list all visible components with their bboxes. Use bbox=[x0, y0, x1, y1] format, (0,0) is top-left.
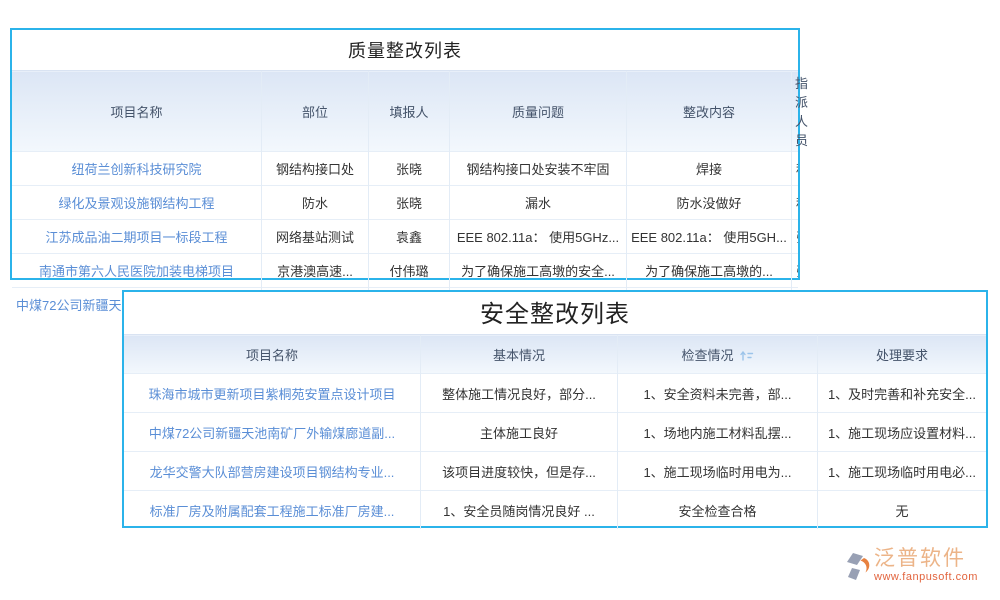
brand-name: 泛普软件 bbox=[874, 548, 978, 569]
project-name-link[interactable]: 珠海市城市更新项目紫桐苑安置点设计项目 bbox=[148, 387, 395, 402]
project-name-cell: 江苏成品油二期项目一标段工程 bbox=[12, 220, 262, 254]
table-cell: 防水 bbox=[262, 186, 369, 220]
table-cell: 付伟璐 bbox=[369, 254, 450, 288]
table-cell: 袁鑫 bbox=[369, 220, 450, 254]
table-row: 中煤72公司新疆天池南矿厂外输煤廊道副... 主体施工良好1、场地内施工材料乱摆.… bbox=[124, 413, 986, 452]
safety-rectification-table: 项目名称 基本情况 检查情况 处理要求 珠海市城市更新项目紫桐苑安置点设计项目 整体施工… bbox=[124, 334, 986, 529]
quality-rectification-table: 项目名称部位填报人质量问题整改内容指派人员 纽荷兰创新科技研究院钢结构接口处张晓… bbox=[12, 70, 798, 321]
table-cell: 防水没做好 bbox=[627, 186, 792, 220]
table-cell: 1、施工现场临时用电为... bbox=[618, 452, 818, 491]
table-row: 江苏成品油二期项目一标段工程网络基站测试袁鑫EEE 802.11a： 使用5GH… bbox=[12, 220, 798, 254]
brand-url: www.fanpusoft.com bbox=[874, 572, 978, 583]
table-row: 龙华交警大队部营房建设项目钢结构专业...该项目进度较快，但是存...1、施工现… bbox=[124, 452, 986, 491]
column-header: 整改内容 bbox=[627, 71, 792, 152]
fanpu-logo-icon bbox=[844, 551, 874, 583]
table-cell: EEE 802.11a： 使用5GH... bbox=[627, 220, 792, 254]
project-name-link[interactable]: 标准厂房及附属配套工程施工标准厂房建... bbox=[150, 504, 395, 519]
project-name-link[interactable]: 龙华交警大队部营房建设项目钢结构专业... bbox=[150, 465, 395, 480]
table-cell: 程溪 bbox=[792, 186, 799, 220]
table-cell: 网络基站测试 bbox=[262, 220, 369, 254]
quality-table-title: 质量整改列表 bbox=[12, 30, 798, 70]
project-name-link[interactable]: 纽荷兰创新科技研究院 bbox=[71, 162, 201, 177]
quality-header-row: 项目名称 部位 填报人 质量问题 整改内容 指派人员 bbox=[12, 71, 798, 152]
column-header-label: 质量问题 bbox=[512, 105, 564, 120]
column-header-label: 基本情况 bbox=[493, 348, 545, 363]
project-name-cell: 中煤72公司新疆天池南矿厂外输煤廊道副... bbox=[124, 413, 421, 452]
table-cell: 1、及时完善和补充安全... bbox=[818, 374, 987, 413]
table-cell: 张晓 bbox=[369, 186, 450, 220]
quality-rectification-card: 质量整改列表 项目名称 部位 填报人 质量问题 整改内容 指派人员 纽荷兰创新科技研究院 钢… bbox=[10, 28, 800, 280]
table-cell: 该项目进度较快，但是存... bbox=[421, 452, 618, 491]
project-name-link[interactable]: 江苏成品油二期项目一标段工程 bbox=[45, 230, 227, 245]
column-header: 填报人 bbox=[369, 71, 450, 152]
table-cell: 钢结构接口处安装不牢固 bbox=[450, 152, 627, 186]
column-header-label: 整改内容 bbox=[683, 105, 735, 120]
project-name-cell: 绿化及景观设施钢结构工程 bbox=[12, 186, 262, 220]
table-row: 南通市第六人民医院加装电梯项目 京港澳高速...付伟璐为了确保施工高墩的安全...… bbox=[12, 254, 798, 288]
column-header: 基本情况 bbox=[421, 335, 618, 374]
column-header-label: 指派人员 bbox=[795, 76, 808, 148]
safety-rectification-card: 安全整改列表 项目名称 基本情况 检查情况 处理要求 珠海市城市更新项目紫桐苑安置点设… bbox=[122, 290, 988, 528]
column-header: 项目名称 bbox=[124, 335, 421, 374]
safety-header-row: 项目名称 基本情况 检查情况 处理要求 bbox=[124, 335, 986, 374]
column-header-label: 项目名称 bbox=[246, 348, 298, 363]
project-name-link[interactable]: 中煤72公司新疆天池南矿厂外输煤廊道副... bbox=[149, 426, 395, 441]
table-cell: 1、安全资料未完善，部... bbox=[618, 374, 818, 413]
table-cell: 安全检查合格 bbox=[618, 491, 818, 530]
table-cell: 为了确保施工高墩的安全... bbox=[450, 254, 627, 288]
table-row: 绿化及景观设施钢结构工程 防水张晓漏水防水没做好程溪 bbox=[12, 186, 798, 220]
column-header-label: 处理要求 bbox=[876, 348, 928, 363]
column-header: 质量问题 bbox=[450, 71, 627, 152]
table-cell: 主体施工良好 bbox=[421, 413, 618, 452]
table-row: 标准厂房及附属配套工程施工标准厂房建... 1、安全员随岗情况良好 ...安全检查… bbox=[124, 491, 986, 530]
table-cell: 1、场地内施工材料乱摆... bbox=[618, 413, 818, 452]
column-header: 部位 bbox=[262, 71, 369, 152]
table-row: 纽荷兰创新科技研究院 钢结构接口处张晓钢结构接口处安装不牢固焊接程溪 bbox=[12, 152, 798, 186]
table-cell: 焊接 bbox=[627, 152, 792, 186]
table-cell: 1、安全员随岗情况良好 ... bbox=[421, 491, 618, 530]
column-header-label: 部位 bbox=[302, 105, 328, 120]
project-name-cell: 纽荷兰创新科技研究院 bbox=[12, 152, 262, 186]
fanpu-watermark-text: 泛普软件 www.fanpusoft.com bbox=[874, 548, 978, 583]
column-header-label: 填报人 bbox=[389, 105, 428, 120]
project-name-cell: 珠海市城市更新项目紫桐苑安置点设计项目 bbox=[124, 374, 421, 413]
table-cell: 整体施工情况良好，部分... bbox=[421, 374, 618, 413]
table-cell: 程溪 bbox=[792, 152, 799, 186]
table-cell: 1、施工现场应设置材料... bbox=[818, 413, 987, 452]
table-cell: 无 bbox=[818, 491, 987, 530]
table-cell: 张晓 bbox=[792, 220, 799, 254]
sort-icon[interactable] bbox=[739, 349, 754, 362]
fanpu-watermark: 泛普软件 www.fanpusoft.com bbox=[844, 548, 994, 594]
column-header-label: 检查情况 bbox=[681, 348, 733, 363]
safety-table-title: 安全整改列表 bbox=[124, 292, 986, 334]
table-cell: 张晓 bbox=[369, 152, 450, 186]
table-cell: 京港澳高速... bbox=[262, 254, 369, 288]
column-header[interactable]: 检查情况 bbox=[618, 335, 818, 374]
table-row: 珠海市城市更新项目紫桐苑安置点设计项目 整体施工情况良好，部分...1、安全资料未… bbox=[124, 374, 986, 413]
column-header: 项目名称 bbox=[12, 71, 262, 152]
project-name-link[interactable]: 绿化及景观设施钢结构工程 bbox=[58, 196, 214, 211]
project-name-cell: 南通市第六人民医院加装电梯项目 bbox=[12, 254, 262, 288]
table-cell: EEE 802.11a： 使用5GHz... bbox=[450, 220, 627, 254]
column-header: 指派人员 bbox=[792, 71, 799, 152]
table-cell: 为了确保施工高墩的... bbox=[627, 254, 792, 288]
column-header: 处理要求 bbox=[818, 335, 987, 374]
table-cell: 漏水 bbox=[450, 186, 627, 220]
project-name-cell: 标准厂房及附属配套工程施工标准厂房建... bbox=[124, 491, 421, 530]
project-name-cell: 龙华交警大队部营房建设项目钢结构专业... bbox=[124, 452, 421, 491]
table-cell: 张晓 bbox=[792, 254, 799, 288]
table-cell: 钢结构接口处 bbox=[262, 152, 369, 186]
table-cell: 1、施工现场临时用电必... bbox=[818, 452, 987, 491]
project-name-link[interactable]: 南通市第六人民医院加装电梯项目 bbox=[39, 264, 234, 279]
column-header-label: 项目名称 bbox=[110, 105, 162, 120]
